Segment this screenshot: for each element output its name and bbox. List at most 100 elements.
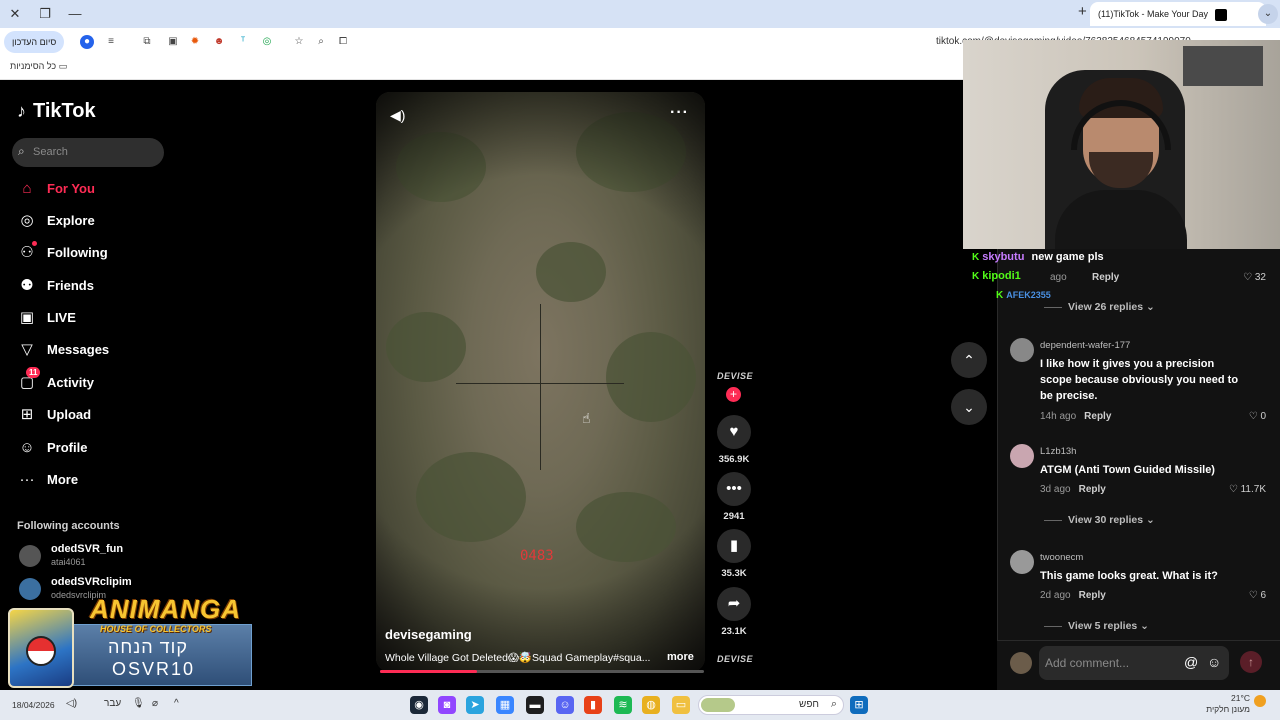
- like-comment-button[interactable]: ♡ 6: [1249, 590, 1266, 601]
- search-icon: ⌕: [830, 698, 837, 710]
- comment-user[interactable]: dependent-wafer-177: [1040, 340, 1130, 351]
- music-disc-logo[interactable]: DEVISE: [717, 654, 753, 664]
- video-progress-bar[interactable]: [380, 670, 704, 673]
- avatar[interactable]: [1010, 338, 1034, 362]
- comment-count: 2941: [723, 511, 745, 522]
- comment-button[interactable]: ••• 2941: [716, 472, 752, 522]
- search-input[interactable]: ⌕ Search: [12, 138, 164, 167]
- like-button[interactable]: ♥ 356.9K: [716, 415, 752, 465]
- view-replies-button[interactable]: View 5 replies ⌄: [1044, 620, 1149, 632]
- creator-avatar-logo[interactable]: DEVISE: [717, 371, 753, 381]
- tiktok-logo[interactable]: ♪ TikTok: [17, 100, 96, 123]
- tray-chevron-icon[interactable]: ^: [174, 698, 179, 709]
- description-more-link[interactable]: more: [667, 651, 694, 663]
- extension-icon[interactable]: ●: [80, 35, 94, 49]
- cast-icon[interactable]: ⧠: [336, 35, 350, 49]
- new-tab-icon[interactable]: +: [1078, 3, 1087, 20]
- previous-video-button[interactable]: ⌃: [951, 342, 987, 378]
- chrome-taskbar-icon[interactable]: ◍: [642, 696, 660, 714]
- send-comment-button[interactable]: ↑: [1240, 651, 1262, 673]
- taskbar-search[interactable]: חפש ⌕: [698, 695, 844, 715]
- video-player[interactable]: 0483 ◀) ··· ☝ devisegaming Whole Village…: [376, 92, 705, 672]
- extension-orange-icon[interactable]: ✹: [188, 35, 202, 49]
- all-bookmarks-button[interactable]: כל הסימניות ▭: [10, 61, 67, 72]
- taskbar-date: 18/04/2026: [12, 700, 55, 710]
- nav-profile[interactable]: ☺ Profile: [17, 437, 167, 461]
- tab-groups-icon[interactable]: ▣: [166, 35, 180, 49]
- weather-desc: מעונן חלקית: [1206, 704, 1250, 714]
- avatar[interactable]: [1010, 550, 1034, 574]
- extension-green-icon[interactable]: ◎: [260, 35, 274, 49]
- nav-live[interactable]: ▣ LIVE: [17, 307, 167, 331]
- telegram-taskbar-icon[interactable]: ➤: [466, 696, 484, 714]
- app-dark-taskbar-icon[interactable]: ▬: [526, 696, 544, 714]
- close-window-icon[interactable]: ✕: [4, 4, 26, 24]
- comment-like-count: 11.7K: [1240, 484, 1266, 495]
- webcam-monitor: [1183, 46, 1263, 86]
- mention-icon[interactable]: @: [1184, 654, 1198, 670]
- tab-tiktok[interactable]: (11)TikTok - Make Your Day: [1090, 2, 1266, 26]
- apps-taskbar-icon[interactable]: ▦: [496, 696, 514, 714]
- save-button[interactable]: ▮ 35.3K: [716, 529, 752, 579]
- video-progress-fill: [380, 670, 478, 673]
- like-comment-button[interactable]: ♡ 0: [1249, 411, 1266, 422]
- nav-activity[interactable]: ▢ 11 Activity: [17, 367, 167, 396]
- follow-plus-icon[interactable]: +: [726, 387, 741, 402]
- extension-avatar-icon[interactable]: ☻: [212, 35, 226, 49]
- discord-taskbar-icon[interactable]: ☺: [556, 696, 574, 714]
- reading-list-icon[interactable]: ≡: [104, 35, 118, 49]
- sponsor-overlay: ANIMANGA HOUSE OF COLLECTORS קוד הנחה OS…: [4, 594, 252, 688]
- video-description: Whole Village Got Deleted😱🤯Squad Gamepla…: [385, 652, 651, 664]
- language-indicator[interactable]: עבר: [104, 698, 121, 709]
- add-comment-input[interactable]: Add comment... @ ☺: [1039, 646, 1229, 680]
- windows-start-icon[interactable]: ⊞: [850, 696, 868, 714]
- microphone-tray-icon[interactable]: 🎙: [132, 698, 145, 709]
- minimize-window-icon[interactable]: —: [64, 4, 86, 24]
- view-replies-button[interactable]: View 30 replies ⌄: [1044, 514, 1155, 526]
- nav-for-you[interactable]: ⌂ For You: [17, 178, 167, 202]
- twitch-taskbar-icon[interactable]: ◙: [438, 696, 456, 714]
- tab-menu-icon[interactable]: ⌄: [1258, 4, 1278, 24]
- view-replies-button[interactable]: View 26 replies ⌄: [1044, 301, 1155, 313]
- comment-meta: 3d ago Reply: [1040, 484, 1106, 495]
- nav-friends[interactable]: ⚉ Friends: [17, 275, 167, 299]
- extensions-puzzle-icon[interactable]: ⧉: [140, 35, 154, 49]
- reply-link[interactable]: Reply: [1079, 484, 1106, 495]
- maximize-window-icon[interactable]: ❐: [34, 4, 56, 24]
- next-video-button[interactable]: ⌄: [951, 389, 987, 425]
- emoji-icon[interactable]: ☺: [1207, 654, 1221, 670]
- volume-icon[interactable]: ◀): [390, 107, 405, 124]
- steam-taskbar-icon[interactable]: ◉: [410, 696, 428, 714]
- comment-user[interactable]: twoonecm: [1040, 552, 1083, 563]
- nav-explore[interactable]: ◎ Explore: [17, 210, 167, 234]
- volume-tray-icon[interactable]: ◁): [66, 698, 77, 709]
- comment-user[interactable]: L1zb13h: [1040, 446, 1076, 457]
- share-button[interactable]: ➦ 23.1K: [716, 587, 752, 637]
- reply-link[interactable]: Reply: [1079, 590, 1106, 601]
- reply-link[interactable]: Reply: [1084, 411, 1111, 422]
- following-account[interactable]: odedSVR_fun atai4061: [19, 542, 169, 570]
- spotify-taskbar-icon[interactable]: ≋: [614, 696, 632, 714]
- video-author[interactable]: devisegaming: [385, 627, 472, 642]
- nav-following[interactable]: ⚇ Following: [17, 241, 167, 266]
- like-comment-button[interactable]: ♡ 11.7K: [1229, 484, 1266, 495]
- app-red-taskbar-icon[interactable]: ▮: [584, 696, 602, 714]
- nav-more[interactable]: ··· More: [17, 469, 167, 493]
- weather-widget[interactable]: 21°C מעונן חלקית: [1206, 693, 1250, 715]
- file-explorer-taskbar-icon[interactable]: ▭: [672, 696, 690, 714]
- nav-upload[interactable]: ⊞ Upload: [17, 404, 167, 428]
- video-options-icon[interactable]: ···: [670, 104, 689, 122]
- discount-label: קוד הנחה: [108, 637, 188, 657]
- bookmark-star-icon[interactable]: ☆: [292, 35, 306, 49]
- extension-t-icon[interactable]: ᵀ: [236, 35, 250, 49]
- network-tray-icon[interactable]: ⌀: [152, 698, 158, 709]
- live-icon: ▣: [19, 309, 35, 326]
- weather-icon: [1254, 695, 1266, 707]
- like-comment-button[interactable]: ♡ 32: [1243, 272, 1266, 283]
- chat-message: new game pls: [1031, 251, 1104, 263]
- nav-messages[interactable]: ▽ Messages: [17, 339, 167, 363]
- avatar[interactable]: [1010, 444, 1034, 468]
- reply-link[interactable]: Reply: [1092, 272, 1119, 283]
- zoom-icon[interactable]: ⌕: [314, 35, 328, 49]
- end-session-button[interactable]: סיום העדכון: [4, 31, 65, 53]
